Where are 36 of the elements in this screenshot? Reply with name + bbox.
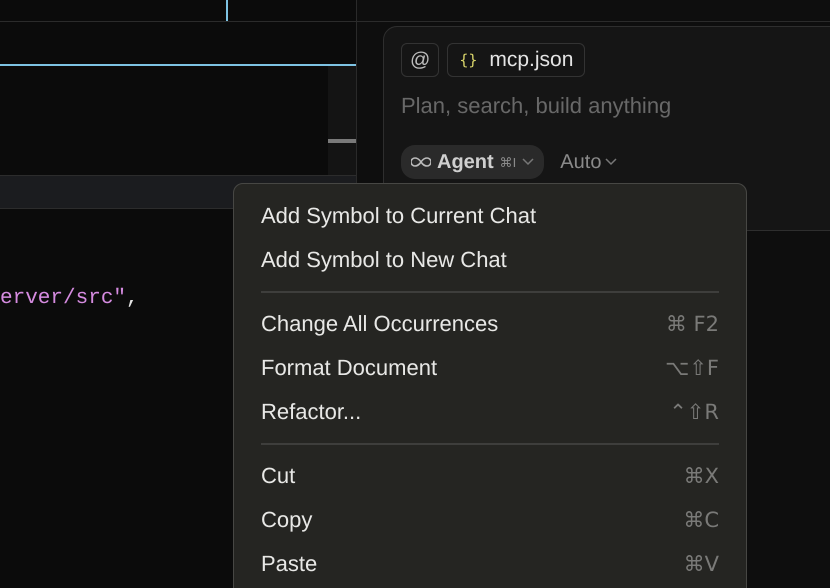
chevron-down-icon	[522, 158, 534, 166]
menu-item-label: Add Symbol to New Chat	[261, 247, 507, 273]
agent-mode-button[interactable]: Agent ⌘I	[401, 145, 544, 179]
menu-item[interactable]: Copy ⌘C	[261, 498, 719, 542]
shortcut-hint: ⌃⇧R	[669, 400, 719, 424]
menu-item-label: Change All Occurrences	[261, 311, 498, 337]
menu-item-label: Format Document	[261, 355, 438, 381]
menu-item[interactable]: Refactor... ⌃⇧R	[261, 390, 719, 434]
scrollbar[interactable]	[328, 66, 356, 175]
menu-item-label: Cut	[261, 463, 296, 489]
menu-item-label: Copy	[261, 507, 312, 533]
file-chip[interactable]: {} mcp.json	[447, 43, 586, 77]
infinity-icon	[411, 156, 431, 168]
menu-item[interactable]: Format Document ⌥⇧F	[261, 346, 719, 390]
file-name: mcp.json	[489, 48, 574, 72]
menu-item[interactable]: Add Symbol to New Chat	[261, 238, 719, 282]
chat-input[interactable]: Plan, search, build anything	[401, 91, 801, 121]
mention-button[interactable]: @	[401, 43, 440, 77]
menu-item-label: Refactor...	[261, 399, 362, 425]
menu-item-label: Paste	[261, 551, 318, 577]
shortcut-hint: ⌘V	[684, 552, 719, 576]
code-punctuation: ,	[126, 287, 139, 310]
shortcut-hint: ⌘X	[684, 464, 719, 488]
shortcut-hint: ⌘C	[683, 508, 719, 532]
menu-item[interactable]: Change All Occurrences ⌘ F2	[261, 302, 719, 346]
json-icon: {}	[459, 51, 478, 69]
menu-item[interactable]: Cut ⌘X	[261, 454, 719, 498]
chevron-down-icon	[605, 158, 618, 166]
menu-item[interactable]: Add Symbol to Current Chat	[261, 194, 719, 238]
code-string: erver/src"	[0, 287, 126, 310]
shortcut-hint: ⌘ F2	[666, 312, 719, 336]
shortcut-hint: ⌥⇧F	[665, 356, 719, 380]
menu-item[interactable]: Paste ⌘V	[261, 542, 719, 586]
model-selector[interactable]: Auto	[560, 150, 618, 174]
shortcut-hint: ⌘I	[500, 154, 516, 170]
menu-item-label: Add Symbol to Current Chat	[261, 203, 536, 229]
